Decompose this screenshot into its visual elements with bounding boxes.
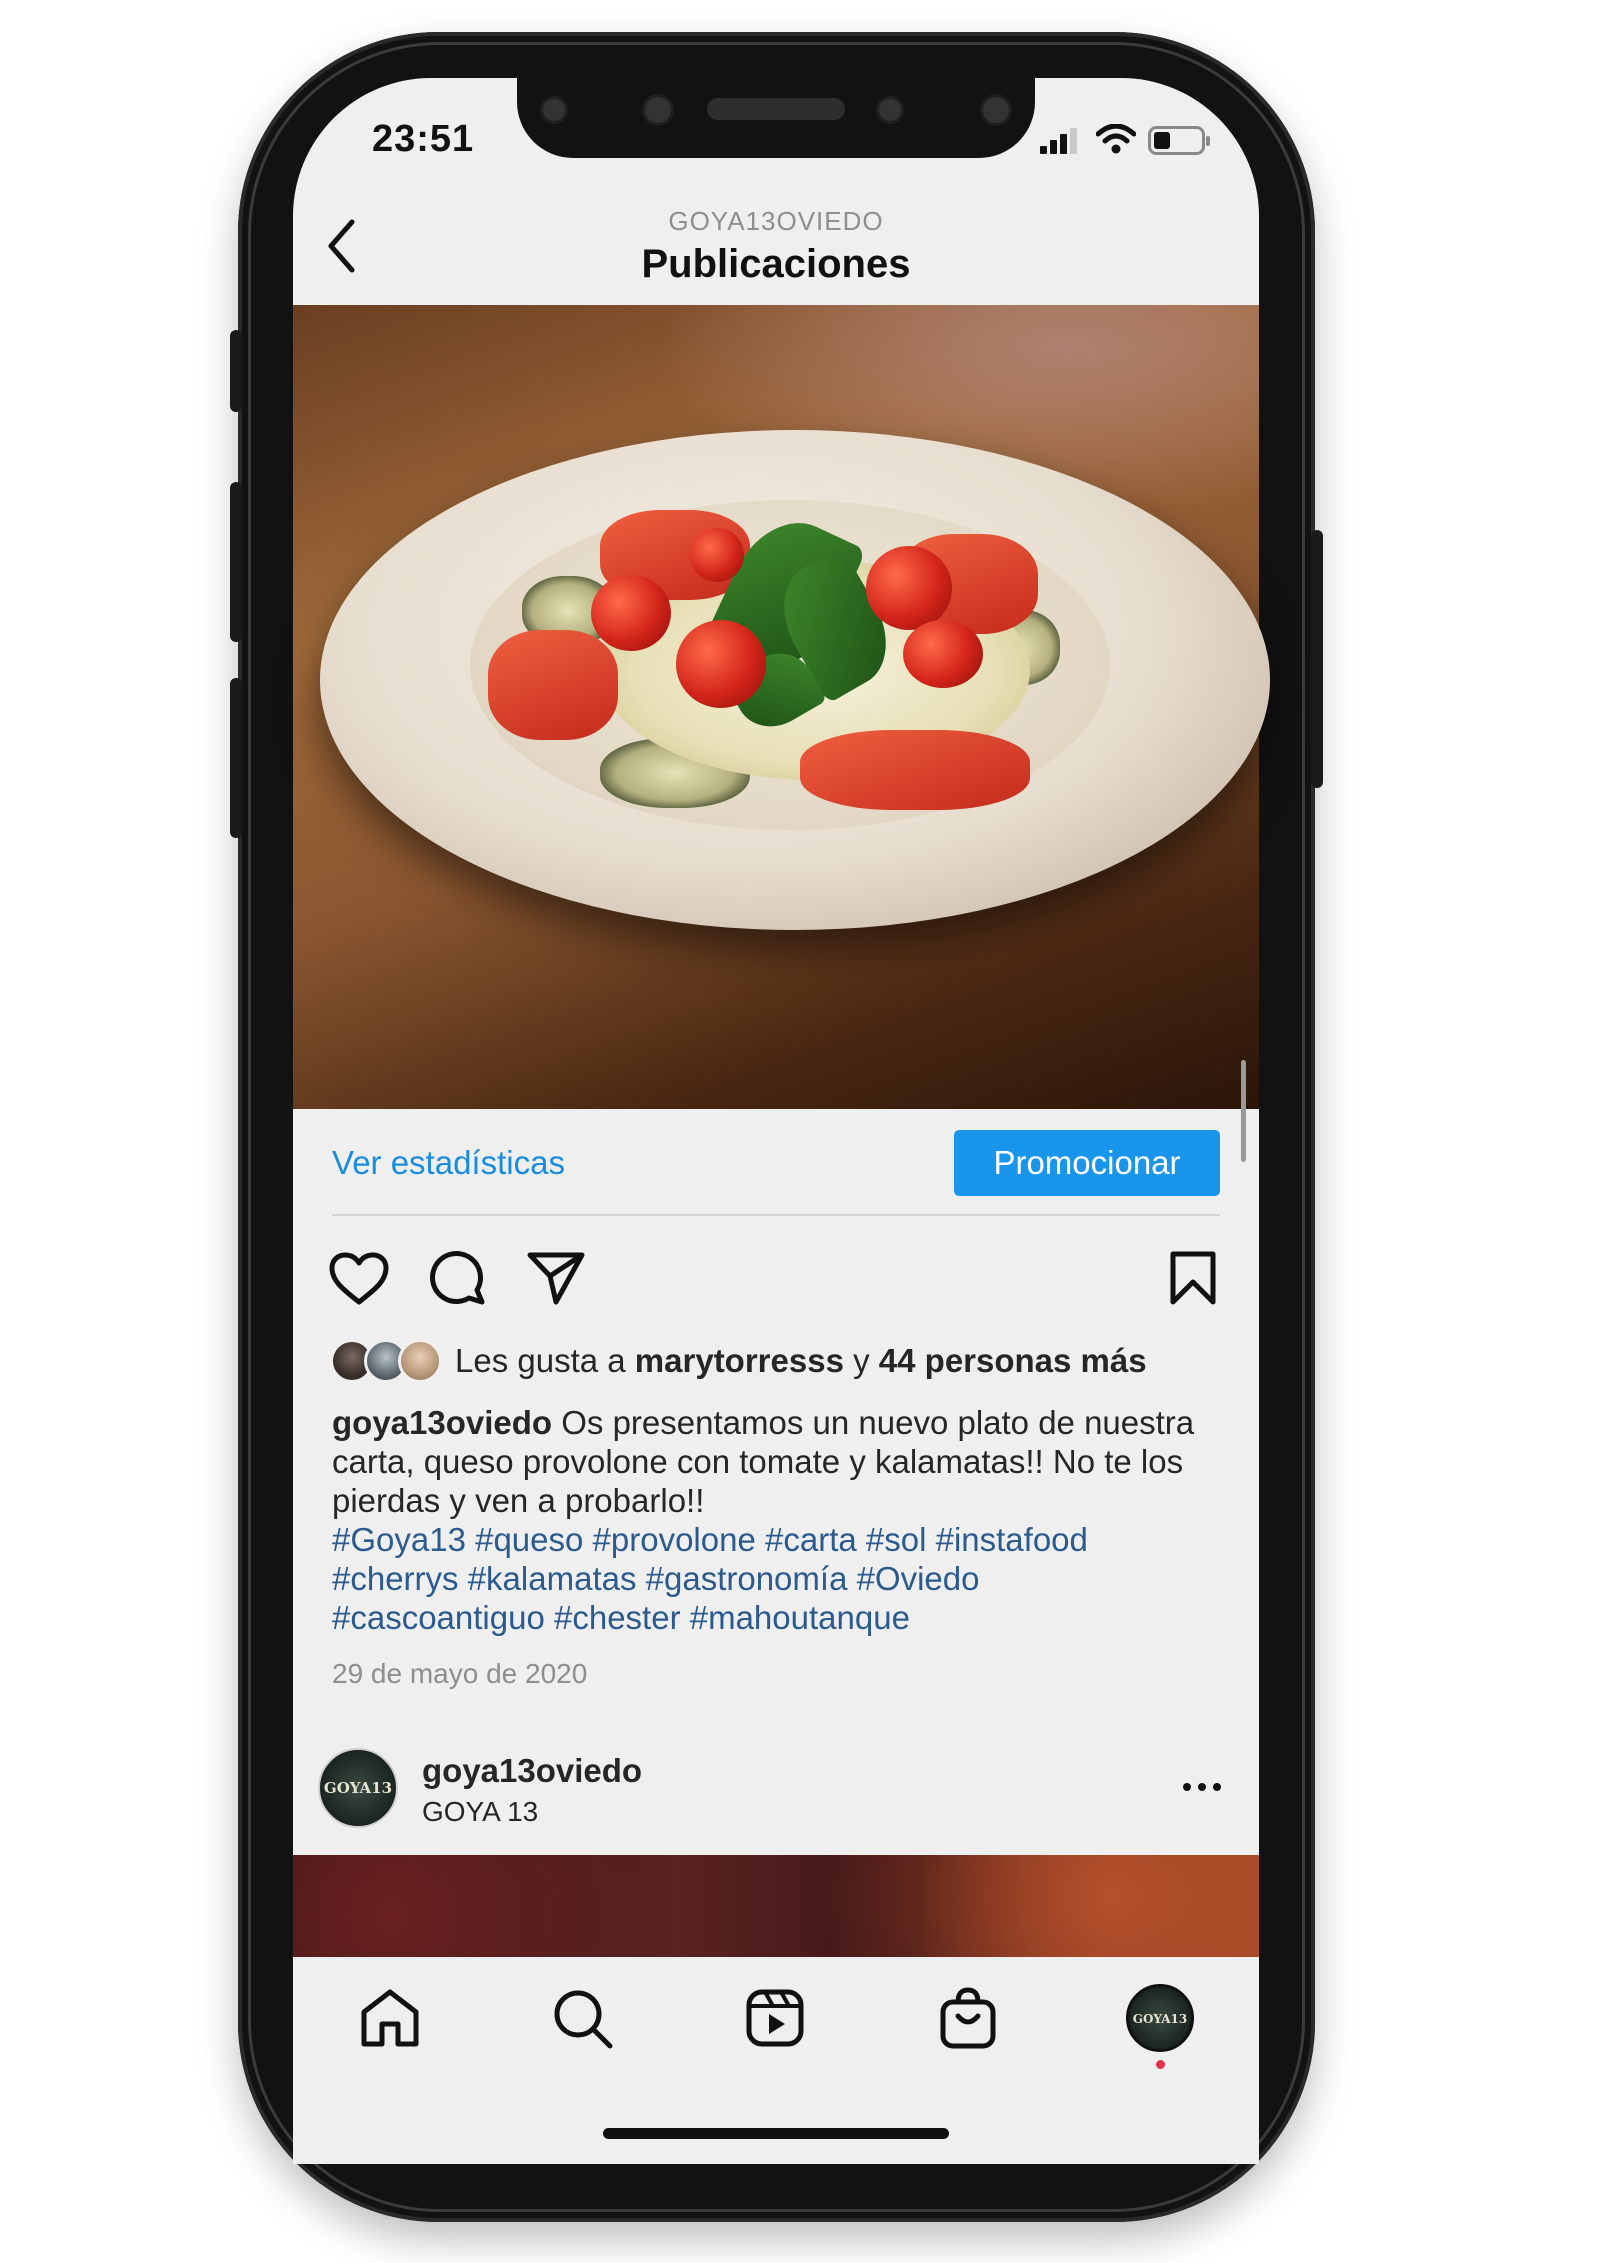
- caption-hashtags[interactable]: #Goya13 #queso #provolone #carta #sol #i…: [332, 1520, 1192, 1637]
- signal-icon: [1040, 128, 1077, 154]
- likes-middle: y: [843, 1342, 879, 1379]
- header-account-name: GOYA13OVIEDO: [668, 206, 884, 236]
- next-post-username[interactable]: goya13oviedo: [422, 1752, 642, 1790]
- power-button: [1311, 530, 1323, 788]
- liker-avatar[interactable]: [398, 1339, 442, 1383]
- scroll-indicator[interactable]: [1241, 1060, 1246, 1162]
- likes-prefix: Les gusta a: [455, 1342, 635, 1379]
- photo-cherry-tomato: [690, 528, 744, 582]
- front-camera: [980, 94, 1012, 126]
- avatar-logo-text: GOYA13: [323, 1779, 393, 1797]
- next-post-photo[interactable]: [293, 1855, 1259, 1957]
- caption-username[interactable]: goya13oviedo: [332, 1404, 552, 1441]
- sensor-dot: [642, 94, 674, 126]
- next-post-location[interactable]: GOYA 13: [422, 1796, 538, 1828]
- sensor-dot: [876, 96, 904, 124]
- promote-button[interactable]: Promocionar: [954, 1130, 1220, 1196]
- photo-cherry-tomato: [866, 546, 952, 630]
- shop-icon[interactable]: [938, 1986, 998, 2050]
- next-post-avatar[interactable]: GOYA13: [318, 1748, 398, 1828]
- sensor-dot: [540, 96, 568, 124]
- status-time: 23:51: [372, 118, 475, 160]
- mute-switch: [230, 330, 242, 412]
- heart-icon[interactable]: [329, 1252, 389, 1306]
- back-arrow-icon[interactable]: [326, 218, 356, 274]
- share-icon[interactable]: [526, 1250, 586, 1306]
- volume-down-button: [230, 678, 242, 838]
- divider: [332, 1214, 1220, 1216]
- post-caption: goya13oviedo Os presentamos un nuevo pla…: [332, 1403, 1212, 1637]
- page-title: Publicaciones: [641, 242, 911, 286]
- view-insights-link[interactable]: Ver estadísticas: [332, 1144, 565, 1182]
- search-icon[interactable]: [552, 1988, 614, 2050]
- photo-tomato-slice: [800, 730, 1030, 810]
- photo-cherry-tomato: [591, 575, 671, 651]
- photo-cherry-tomato: [903, 620, 983, 688]
- battery-icon: [1148, 126, 1210, 155]
- home-indicator[interactable]: [603, 2128, 949, 2139]
- earpiece-speaker: [707, 98, 845, 120]
- volume-up-button: [230, 482, 242, 642]
- notification-dot: [1156, 2060, 1165, 2069]
- comment-icon[interactable]: [428, 1248, 486, 1306]
- likes-summary[interactable]: Les gusta a marytorresss y 44 personas m…: [455, 1341, 1147, 1380]
- photo-tomato-slice: [488, 630, 618, 740]
- avatar-logo-text: GOYA13: [1132, 2012, 1188, 2026]
- photo-cherry-tomato: [676, 620, 766, 708]
- reels-icon[interactable]: [745, 1988, 805, 2048]
- wifi-icon: [1096, 124, 1136, 154]
- profile-tab-avatar[interactable]: GOYA13: [1126, 1984, 1194, 2052]
- home-icon[interactable]: [358, 1988, 422, 2048]
- likes-user[interactable]: marytorresss: [635, 1342, 844, 1379]
- more-options-icon[interactable]: [1182, 1780, 1222, 1794]
- likes-others[interactable]: 44 personas más: [879, 1342, 1147, 1379]
- post-date: 29 de mayo de 2020: [332, 1658, 588, 1689]
- bookmark-icon[interactable]: [1168, 1250, 1218, 1306]
